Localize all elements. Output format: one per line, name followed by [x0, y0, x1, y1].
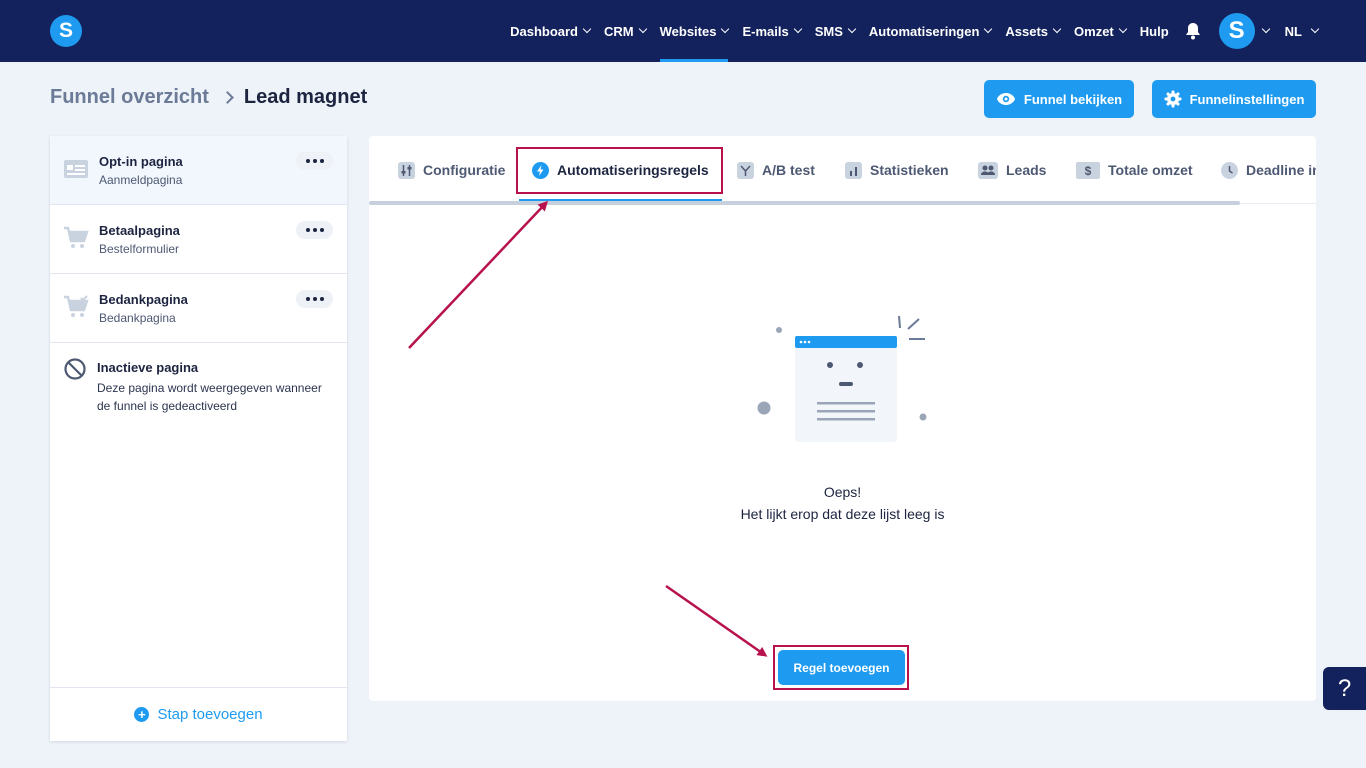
bell-icon[interactable]: [1183, 0, 1203, 62]
sliders-icon: [398, 161, 415, 179]
nav-item-label: Omzet: [1074, 23, 1114, 39]
main-panel: Configuratie Automatiseringsregels A/B t…: [369, 136, 1316, 701]
step-betaalpagina[interactable]: Betaalpagina Bestelformulier: [50, 205, 347, 274]
nav-item-hulp[interactable]: Hulp: [1140, 0, 1169, 62]
step-optin[interactable]: Opt-in pagina Aanmeldpagina: [50, 136, 347, 205]
tab-label: Totale omzet: [1108, 162, 1193, 178]
language-selector[interactable]: NL: [1284, 0, 1320, 62]
tab-ab-test[interactable]: A/B test: [737, 160, 815, 180]
add-rule-button[interactable]: Regel toevoegen: [778, 650, 905, 685]
step-bedankpagina[interactable]: Bedankpagina Bedankpagina: [50, 274, 347, 343]
nav-item-label: CRM: [604, 23, 634, 39]
view-funnel-label: Funnel bekijken: [1023, 91, 1123, 107]
tab-configuratie[interactable]: Configuratie: [398, 160, 505, 180]
nav-item-label: Hulp: [1139, 23, 1169, 39]
chevron-down-icon: [847, 24, 857, 34]
nav-item-crm[interactable]: CRM: [604, 0, 647, 62]
chevron-down-icon: [1118, 24, 1128, 34]
chevron-down-icon: [1261, 24, 1270, 34]
add-step-label: Stap toevoegen: [157, 706, 263, 723]
empty-state-title: Oeps!: [823, 484, 862, 500]
top-navigation: S Dashboard CRM Websites E-mails SMS Aut…: [0, 0, 1366, 62]
nav-item-label: SMS: [814, 23, 843, 39]
nav-item-dashboard[interactable]: Dashboard: [510, 0, 592, 62]
tab-statistieken[interactable]: Statistieken: [845, 160, 949, 180]
tab-label: Statistieken: [870, 162, 949, 178]
nav-item-label: Websites: [659, 23, 717, 39]
step-subtitle: Aanmeldpagina: [99, 173, 183, 187]
breadcrumb-parent-link[interactable]: Funnel overzicht: [50, 86, 209, 109]
split-icon: [737, 161, 754, 179]
funnel-steps-panel: Opt-in pagina Aanmeldpagina Betaalpagina…: [50, 136, 347, 741]
chevron-right-icon: [221, 91, 234, 104]
nav-item-label: Assets: [1005, 23, 1049, 39]
page-title: Lead magnet: [243, 86, 368, 108]
bar-chart-icon: [845, 161, 862, 179]
nav-item-label: Automatiseringen: [868, 23, 980, 39]
plus-circle-icon: +: [134, 707, 150, 722]
tab-label: Deadline in: [1246, 162, 1316, 178]
nav-item-label: Dashboard: [510, 23, 578, 39]
nav-item-emails[interactable]: E-mails: [742, 0, 802, 62]
app-logo[interactable]: S: [50, 15, 82, 47]
chevron-down-icon: [1310, 24, 1320, 34]
cart-check-icon: [64, 295, 89, 317]
step-options-button[interactable]: [296, 290, 333, 308]
inactive-description: Deze pagina wordt weergegeven wanneer de…: [97, 381, 322, 413]
empty-list-illustration: [757, 315, 927, 442]
funnel-settings-button[interactable]: Funnelinstellingen: [1152, 80, 1316, 118]
chevron-down-icon: [582, 24, 592, 34]
step-subtitle: Bestelformulier: [99, 242, 180, 256]
step-options-button[interactable]: [296, 152, 333, 170]
empty-state-message: Het lijkt erop dat deze lijst leeg is: [740, 506, 945, 522]
add-step-button[interactable]: + Stap toevoegen: [50, 687, 347, 741]
user-menu[interactable]: S: [1203, 13, 1270, 49]
step-title: Bedankpagina: [99, 292, 188, 307]
optin-page-icon: [64, 160, 88, 178]
nav-menu: Dashboard CRM Websites E-mails SMS Autom…: [496, 0, 1320, 62]
tab-deadline[interactable]: Deadline in: [1221, 160, 1316, 180]
tab-leads[interactable]: Leads: [978, 160, 1046, 180]
annotation-highlight-tab: [516, 147, 723, 194]
step-subtitle: Bedankpagina: [99, 311, 176, 325]
tab-totale-omzet[interactable]: $ Totale omzet: [1076, 160, 1193, 180]
dollar-icon: $: [1076, 161, 1100, 179]
tab-scrollbar[interactable]: [369, 201, 1240, 205]
tab-label: Leads: [1006, 162, 1047, 178]
chevron-down-icon: [721, 24, 730, 34]
blocked-icon: [64, 358, 86, 380]
language-label: NL: [1284, 23, 1302, 39]
tab-bar: Configuratie Automatiseringsregels A/B t…: [369, 136, 1316, 205]
step-title: Betaalpagina: [99, 223, 180, 238]
users-icon: [978, 161, 998, 179]
chevron-down-icon: [1052, 24, 1062, 34]
inactive-title: Inactieve pagina: [97, 360, 199, 375]
tab-label: A/B test: [762, 162, 815, 178]
chevron-down-icon: [793, 24, 802, 34]
active-tab-indicator: [519, 199, 722, 201]
cart-icon: [64, 226, 89, 248]
breadcrumb: Funnel overzicht Lead magnet: [50, 86, 367, 109]
funnel-settings-label: Funnelinstellingen: [1189, 91, 1305, 107]
gear-icon: [1164, 90, 1182, 108]
nav-item-label: E-mails: [742, 23, 789, 39]
nav-item-omzet[interactable]: Omzet: [1074, 0, 1128, 62]
chevron-down-icon: [638, 24, 647, 34]
nav-item-websites[interactable]: Websites: [659, 0, 730, 62]
clock-icon: [1221, 161, 1238, 179]
tab-label: Configuratie: [423, 162, 506, 178]
help-button[interactable]: ?: [1323, 667, 1366, 710]
avatar: S: [1218, 13, 1255, 49]
step-options-button[interactable]: [296, 221, 333, 239]
eye-icon: [996, 93, 1015, 105]
step-title: Opt-in pagina: [99, 154, 183, 169]
nav-item-sms[interactable]: SMS: [814, 0, 857, 62]
svg-text:$: $: [1085, 164, 1092, 178]
view-funnel-button[interactable]: Funnel bekijken: [984, 80, 1134, 118]
chevron-down-icon: [984, 24, 993, 34]
nav-item-assets[interactable]: Assets: [1005, 0, 1062, 62]
nav-item-automatiseringen[interactable]: Automatiseringen: [868, 0, 993, 62]
